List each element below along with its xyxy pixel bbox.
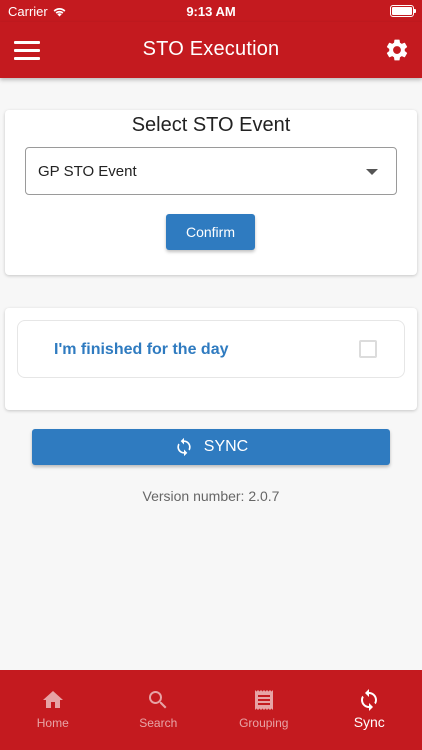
finished-card: I'm finished for the day [5, 308, 417, 410]
event-dropdown-value: GP STO Event [38, 163, 137, 180]
caret-down-icon [366, 169, 378, 175]
nav-item-search[interactable]: Search [106, 670, 212, 750]
finished-checkbox[interactable] [359, 340, 377, 358]
nav-label-grouping: Grouping [239, 716, 289, 730]
nav-item-home[interactable]: Home [0, 670, 106, 750]
nav-label-search: Search [139, 716, 178, 730]
sync-icon [361, 689, 378, 711]
nav-item-sync[interactable]: Sync [317, 670, 422, 750]
page-title: STO Execution [142, 38, 280, 60]
bottom-nav: Home Search Grouping Sync [0, 670, 422, 750]
confirm-button[interactable]: Confirm [166, 214, 255, 250]
sync-button[interactable]: SYNC [32, 429, 390, 465]
event-select-heading: Select STO Event [131, 114, 291, 136]
home-icon [42, 691, 63, 708]
finished-toggle-row[interactable]: I'm finished for the day [17, 320, 405, 378]
nav-label-sync: Sync [353, 714, 385, 730]
event-select-card: Select STO Event GP STO Event Confirm [5, 110, 417, 275]
battery-icon [390, 5, 416, 17]
receipt-icon [254, 690, 273, 710]
finished-label: I'm finished for the day [54, 341, 229, 358]
search-icon [149, 691, 167, 709]
status-time: 9:13 AM [186, 4, 236, 19]
version-text: Version number: 2.0.7 [142, 488, 280, 504]
status-bar: Carrier 9:13 AM [0, 0, 422, 22]
gear-icon[interactable] [384, 37, 410, 63]
app-bar: STO Execution [0, 22, 422, 78]
sync-label: SYNC [203, 438, 249, 455]
sync-icon [177, 437, 191, 457]
nav-label-home: Home [36, 716, 69, 730]
nav-item-grouping[interactable]: Grouping [211, 670, 317, 750]
event-dropdown[interactable]: GP STO Event [25, 147, 397, 195]
